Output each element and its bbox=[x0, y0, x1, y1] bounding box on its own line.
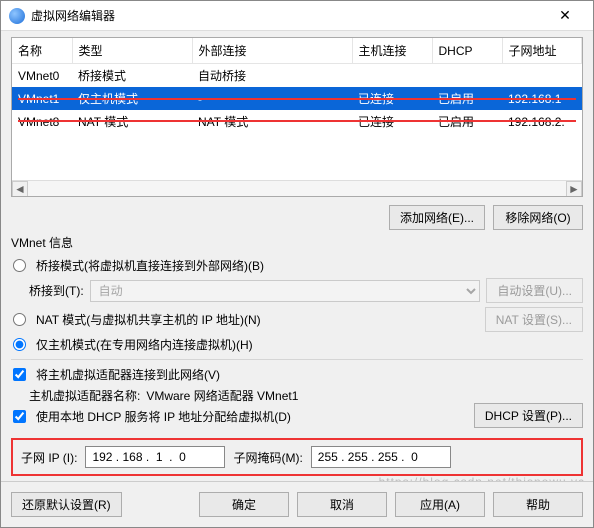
group-title: VMnet 信息 bbox=[11, 234, 583, 251]
nat-settings-button[interactable]: NAT 设置(S)... bbox=[485, 307, 583, 332]
col-dhcp[interactable]: DHCP bbox=[432, 38, 502, 64]
auto-settings-button[interactable]: 自动设置(U)... bbox=[486, 278, 583, 303]
col-ext[interactable]: 外部连接 bbox=[192, 38, 352, 64]
window-title: 虚拟网络编辑器 bbox=[31, 7, 545, 24]
checkbox-host-adapter[interactable] bbox=[13, 368, 26, 381]
bridge-to-select[interactable]: 自动 bbox=[90, 280, 481, 302]
horizontal-scrollbar[interactable]: ◄ ► bbox=[12, 180, 582, 196]
close-icon[interactable]: ✕ bbox=[545, 7, 585, 24]
col-type[interactable]: 类型 bbox=[72, 38, 192, 64]
highlight-marker bbox=[18, 98, 576, 100]
remove-network-button[interactable]: 移除网络(O) bbox=[493, 205, 583, 230]
col-host[interactable]: 主机连接 bbox=[352, 38, 432, 64]
adapter-name-label: 主机虚拟适配器名称: bbox=[29, 387, 140, 404]
help-button[interactable]: 帮助 bbox=[493, 492, 583, 517]
subnet-ip-label: 子网 IP (I): bbox=[21, 449, 77, 466]
checkbox-dhcp[interactable] bbox=[13, 410, 26, 423]
table-row[interactable]: VMnet0桥接模式自动桥接 bbox=[12, 64, 582, 88]
radio-hostonly-label: 仅主机模式(在专用网络内连接虚拟机)(H) bbox=[36, 336, 253, 353]
radio-bridge[interactable] bbox=[13, 259, 26, 272]
scroll-right-icon[interactable]: ► bbox=[566, 181, 582, 197]
cancel-button[interactable]: 取消 bbox=[297, 492, 387, 517]
adapter-name-value: VMware 网络适配器 VMnet1 bbox=[146, 387, 298, 404]
table-header: 名称 类型 外部连接 主机连接 DHCP 子网地址 bbox=[12, 38, 582, 64]
subnet-highlight-box: 子网 IP (I): 子网掩码(M): bbox=[11, 438, 583, 476]
apply-button[interactable]: 应用(A) bbox=[395, 492, 485, 517]
radio-nat[interactable] bbox=[13, 313, 26, 326]
subnet-mask-label: 子网掩码(M): bbox=[233, 449, 302, 466]
highlight-marker bbox=[18, 120, 576, 122]
add-network-button[interactable]: 添加网络(E)... bbox=[389, 205, 485, 230]
col-name[interactable]: 名称 bbox=[12, 38, 72, 64]
app-icon bbox=[9, 8, 25, 24]
ok-button[interactable]: 确定 bbox=[199, 492, 289, 517]
subnet-ip-input[interactable] bbox=[85, 446, 225, 468]
titlebar: 虚拟网络编辑器 ✕ bbox=[1, 1, 593, 31]
scroll-left-icon[interactable]: ◄ bbox=[12, 181, 28, 197]
radio-nat-label: NAT 模式(与虚拟机共享主机的 IP 地址)(N) bbox=[36, 311, 261, 328]
restore-defaults-button[interactable]: 还原默认设置(R) bbox=[11, 492, 122, 517]
network-table[interactable]: 名称 类型 外部连接 主机连接 DHCP 子网地址 VMnet0桥接模式自动桥接… bbox=[11, 37, 583, 197]
dialog-footer: 还原默认设置(R) 确定 取消 应用(A) 帮助 bbox=[1, 481, 593, 527]
col-subnet[interactable]: 子网地址 bbox=[502, 38, 582, 64]
checkbox-dhcp-label: 使用本地 DHCP 服务将 IP 地址分配给虚拟机(D) bbox=[36, 408, 291, 425]
radio-bridge-label: 桥接模式(将虚拟机直接连接到外部网络)(B) bbox=[36, 257, 264, 274]
separator bbox=[11, 359, 583, 360]
bridge-to-label: 桥接到(T): bbox=[29, 282, 84, 299]
dhcp-settings-button[interactable]: DHCP 设置(P)... bbox=[474, 403, 583, 428]
subnet-mask-input[interactable] bbox=[311, 446, 451, 468]
checkbox-host-adapter-label: 将主机虚拟适配器连接到此网络(V) bbox=[36, 366, 220, 383]
radio-hostonly[interactable] bbox=[13, 338, 26, 351]
